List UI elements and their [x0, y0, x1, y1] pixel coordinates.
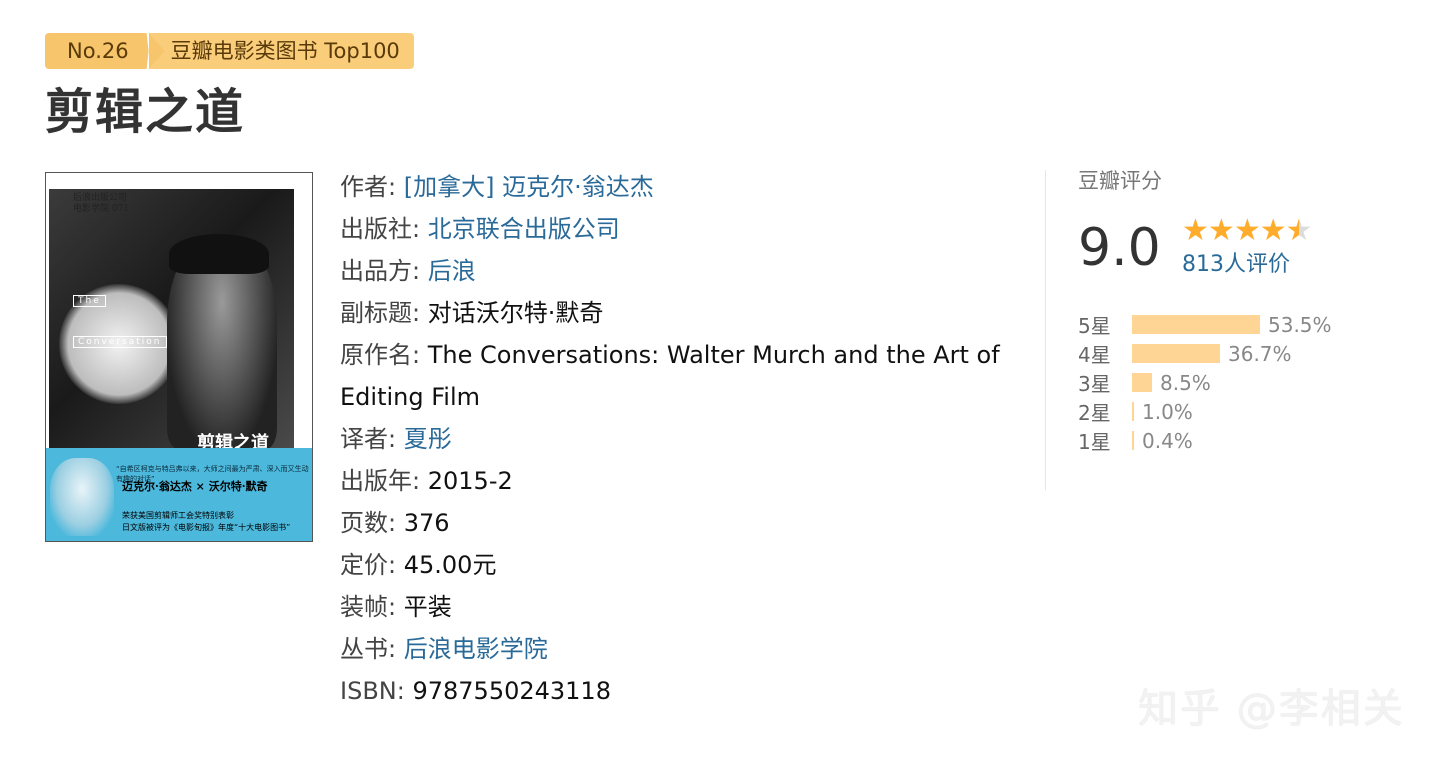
rating-bar-row: 5星 53.5% [1078, 310, 1378, 339]
rating-bar-label: 4星 [1078, 343, 1111, 367]
rating-breakdown: 5星 53.5% 4星 36.7% 3星 8.5% 2星 1.0% 1星 0.4% [1078, 310, 1378, 455]
divider [1045, 170, 1046, 490]
rank-list-name: 豆瓣电影类图书 Top100 [148, 33, 414, 69]
star-icon: ★ [1233, 213, 1261, 248]
cover-names: 迈克尔·翁达杰 × 沃尔特·默奇 [122, 480, 268, 493]
cover-publisher: 后浪出版公司 电影学院 071 [73, 193, 130, 214]
isbn-value: 9787550243118 [412, 677, 611, 705]
info-publisher: 出版社: 北京联合出版公司 [340, 215, 620, 243]
info-translator: 译者: 夏彤 [340, 425, 452, 453]
publisher-link[interactable]: 北京联合出版公司 [428, 215, 620, 243]
info-author: 作者: [加拿大] 迈克尔·翁达杰 [340, 173, 654, 201]
rating-bar-fill [1132, 431, 1134, 450]
score-row: 9.0 ★★★★★ 813人评价 [1078, 210, 1378, 286]
rating-bar-label: 2星 [1078, 401, 1111, 425]
cover-word-the: The [73, 295, 106, 307]
page-title: 剪辑之道 [45, 84, 246, 140]
info-isbn: ISBN: 9787550243118 [340, 677, 611, 705]
rating-bar-fill [1132, 402, 1134, 421]
cover-word-conversation: Conversation [73, 336, 167, 348]
rating-score: 9.0 [1078, 218, 1161, 278]
translator-link[interactable]: 夏彤 [404, 425, 452, 453]
cover-photo: 后浪出版公司 电影学院 071 The Conversation 剪辑之道 [49, 189, 294, 448]
rating-bar-row: 3星 8.5% [1078, 368, 1378, 397]
info-series: 丛书: 后浪电影学院 [340, 635, 548, 663]
rating-bar-percent: 36.7% [1228, 341, 1292, 366]
cover-award-2: 日文版被评为《电影旬报》年度“十大电影图书” [122, 523, 291, 532]
rank-badge[interactable]: No.26 豆瓣电影类图书 Top100 [45, 33, 414, 69]
info-producer: 出品方: 后浪 [340, 257, 476, 285]
cover-award: 荣获美国剪辑师工会奖特别表彰 [122, 511, 234, 520]
rating-bar-percent: 1.0% [1142, 399, 1193, 424]
rating-bar-percent: 0.4% [1142, 428, 1193, 453]
cover-cap-shape [169, 234, 269, 274]
original-title-value: The Conversations: Walter Murch and the … [340, 341, 1000, 411]
rank-number: No.26 [45, 33, 149, 69]
price-value: 45.00元 [403, 551, 497, 579]
author-link[interactable]: [加拿大] 迈克尔·翁达杰 [404, 173, 654, 201]
producer-link[interactable]: 后浪 [428, 257, 476, 285]
rating-bar-fill [1132, 315, 1260, 334]
rating-bar-row: 4星 36.7% [1078, 339, 1378, 368]
star-icon: ★ [1207, 213, 1235, 248]
cover-band: “自希区柯克与特吕弗以来，大师之间最为严肃、深入而又生动有趣的对话” 迈克尔·翁… [46, 448, 312, 541]
year-value: 2015-2 [427, 467, 513, 495]
pages-value: 376 [403, 509, 450, 537]
info-original-title: 原作名: The Conversations: Walter Murch and… [340, 341, 1000, 411]
cover-title: 剪辑之道 [197, 433, 269, 448]
info-year: 出版年: 2015-2 [340, 467, 513, 495]
star-icon: ★ [1259, 213, 1287, 248]
binding-value: 平装 [403, 593, 452, 621]
votes-link[interactable]: 813人评价 [1182, 250, 1290, 280]
rating-bar-row: 2星 1.0% [1078, 397, 1378, 426]
book-cover[interactable]: 后浪出版公司 电影学院 071 The Conversation 剪辑之道 “自… [45, 172, 313, 542]
rating-bar-label: 5星 [1078, 314, 1111, 338]
rating-heading: 豆瓣评分 [1078, 169, 1162, 193]
subtitle-value: 对话沃尔特·默奇 [427, 299, 604, 327]
rating-bar-fill [1132, 344, 1220, 363]
rating-bar-label: 3星 [1078, 372, 1111, 396]
cover-portrait [50, 458, 114, 536]
watermark: 知乎 @李相关 [1138, 686, 1405, 732]
rating-bar-row: 1星 0.4% [1078, 426, 1378, 455]
series-link[interactable]: 后浪电影学院 [404, 635, 548, 663]
info-pages: 页数: 376 [340, 509, 450, 537]
info-subtitle: 副标题: 对话沃尔特·默奇 [340, 299, 604, 327]
info-price: 定价: 45.00元 [340, 551, 497, 579]
rating-bar-percent: 8.5% [1160, 370, 1211, 395]
book-info: 作者: [加拿大] 迈克尔·翁达杰 出版社: 北京联合出版公司 出品方: 后浪 … [340, 166, 1000, 712]
star-icon: ★ [1182, 213, 1209, 248]
rating-stars: ★★★★★ [1182, 213, 1313, 248]
rating-bar-percent: 53.5% [1268, 312, 1332, 337]
half-star-icon: ★ [1285, 213, 1313, 248]
rating-panel: 豆瓣评分 9.0 ★★★★★ 813人评价 5星 53.5% 4星 36.7% 3星 8.… [1078, 166, 1378, 455]
info-binding: 装帧: 平装 [340, 593, 452, 621]
rating-bar-fill [1132, 373, 1152, 392]
rating-bar-label: 1星 [1078, 430, 1111, 454]
